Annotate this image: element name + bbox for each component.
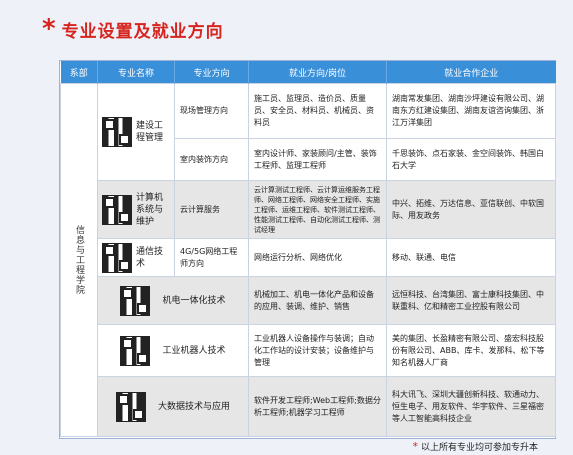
jobs-cell: 网络运行分析、网络优化 — [248, 238, 387, 277]
page-title: 专业设置及就业方向 — [61, 21, 224, 42]
footnote-text: 以上所有专业均可参加专升本 — [420, 443, 538, 453]
footnote: * 以上所有专业均可参加专升本 — [412, 440, 538, 453]
table-row: 大数据技术与应用 软件开发工程师;Web工程师;数据分析工程师;机器学习工程师 … — [61, 376, 556, 437]
header-jobs: 就业方向/岗位 — [248, 61, 387, 84]
table-header-row: 系部 专业名称 专业方向 就业方向/岗位 就业合作企业 — [60, 61, 556, 84]
qr-code-icon[interactable] — [115, 391, 146, 422]
major-cell: 大数据技术与应用 — [97, 376, 249, 437]
major-name: 通信技术 — [136, 246, 164, 269]
jobs-cell: 施工员、监理员、造价员、质量员、安全员、材料员、机械员、资料员 — [248, 83, 387, 139]
major-name: 工业机器人技术 — [162, 345, 226, 356]
companies-cell: 移动、联通、电信 — [386, 238, 556, 277]
jobs-cell: 机械加工、机电一体化产品和设备的应用、装调、维护、销售 — [248, 276, 387, 325]
major-table: 系部 专业名称 专业方向 就业方向/岗位 就业合作企业 信息与工程学院 建设工程… — [59, 60, 556, 439]
major-name: 大数据技术与应用 — [157, 401, 230, 412]
qr-code-icon[interactable] — [120, 285, 151, 316]
header-direction: 专业方向 — [174, 61, 249, 84]
star-icon: * — [42, 14, 56, 44]
jobs-cell: 工业机器人设备操作与装调；自动化工作站的设计安装；设备维护与管理 — [248, 324, 387, 377]
jobs-cell: 室内设计师、家装顾问/主管、装饰工程师、监理工程师 — [248, 138, 387, 181]
table-row: 机电一体化技术 机械加工、机电一体化产品和设备的应用、装调、维护、销售 远恒科技… — [61, 276, 556, 325]
table-row: 通信技术 4G/5G网络工程师方向 网络运行分析、网络优化 移动、联通、电信 — [61, 238, 556, 277]
table-row: 信息与工程学院 建设工程管理 现场管理方向 施工员、监理员、造价员、质量员、安全… — [60, 83, 556, 437]
header-companies: 就业合作企业 — [386, 61, 556, 84]
department-cell: 信息与工程学院 — [60, 83, 98, 437]
qr-code-icon[interactable] — [102, 242, 132, 273]
header-major: 专业名称 — [97, 61, 175, 84]
qr-code-icon[interactable] — [102, 117, 132, 147]
major-cell: 工业机器人技术 — [97, 324, 249, 377]
major-name: 建设工程管理 — [136, 121, 164, 143]
direction-cell: 现场管理方向 — [174, 83, 249, 139]
department-name: 信息与工程学院 — [74, 225, 84, 295]
direction-cell: 4G/5G网络工程师方向 — [174, 238, 249, 277]
jobs-cell: 软件开发工程师;Web工程师;数据分析工程师;机器学习工程师 — [248, 376, 387, 437]
major-name: 机电一体化技术 — [162, 295, 226, 306]
major-cell: 通信技术 — [97, 238, 175, 277]
companies-cell: 千思装饰、点石家装、金空间装饰、韩国白石大学 — [386, 138, 556, 181]
companies-cell: 科大讯飞、深圳大疆创新科技、软通动力、恒生电子、用友软件、华宇软件、三星福密等人… — [386, 376, 556, 437]
jobs-cell: 云计算测试工程师、云计算运维服务工程师、网络工程师、网络安全工程师、实施工程师、… — [248, 180, 387, 239]
section-header: * 专业设置及就业方向 — [42, 16, 224, 42]
direction-cell: 室内装饰方向 — [174, 138, 249, 181]
qr-code-icon[interactable] — [120, 335, 151, 366]
table-row: 计算机系统与维护 云计算服务 云计算测试工程师、云计算运维服务工程师、网络工程师… — [61, 180, 556, 239]
companies-cell: 远恒科技、台湾集团、富士康科技集团、中联重科、亿和精密工业控股有限公司 — [386, 276, 556, 325]
companies-cell: 中兴、拓维、万达信息、亚信联创、中软国际、用友政务 — [386, 180, 556, 239]
major-cell: 建设工程管理 — [97, 83, 175, 181]
major-name: 计算机系统与维护 — [136, 192, 164, 227]
major-cell: 计算机系统与维护 — [97, 180, 175, 239]
table-row: 工业机器人技术 工业机器人设备操作与装调；自动化工作站的设计安装；设备维护与管理… — [61, 324, 556, 377]
qr-code-icon[interactable] — [102, 194, 132, 225]
companies-cell: 湖南常发集团、湖南沙坪建设有限公司、湖南东方红建设集团、湖南友谊咨询集团、浙江万… — [386, 83, 556, 139]
major-cell: 机电一体化技术 — [97, 276, 249, 325]
companies-cell: 美的集团、长盈精密有限公司、盛宏科技股份有限公司、ABB、库卡、发那科、松下等知… — [386, 324, 556, 377]
direction-cell: 云计算服务 — [174, 180, 249, 239]
header-department: 系部 — [60, 61, 98, 84]
star-icon: * — [412, 440, 418, 453]
